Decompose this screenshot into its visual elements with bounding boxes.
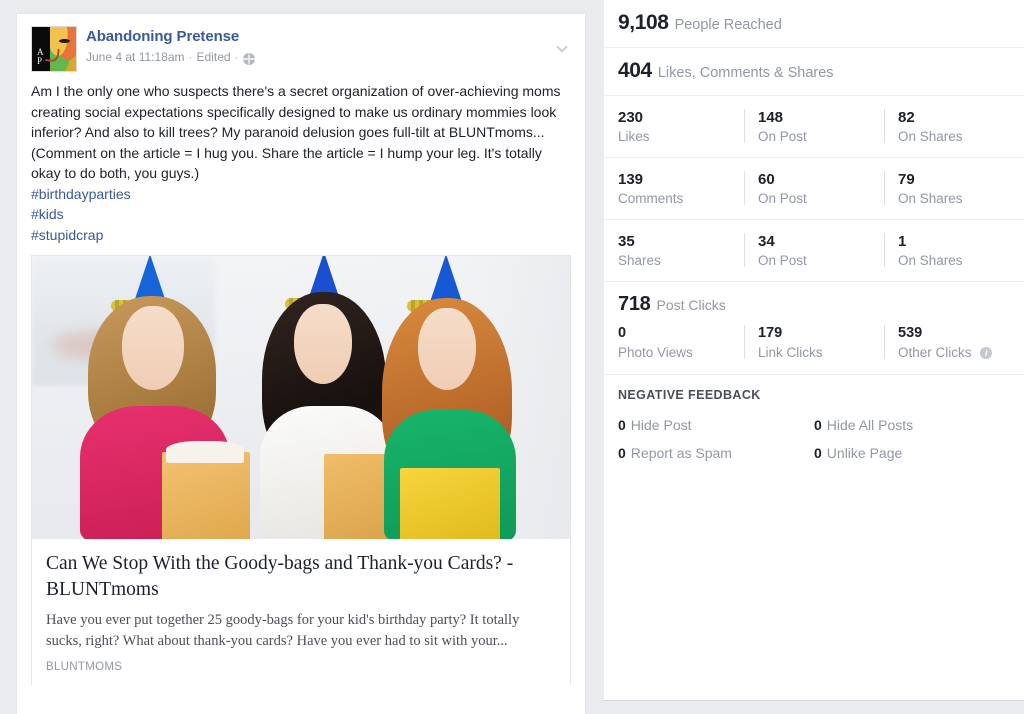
- negative-feedback-section: NEGATIVE FEEDBACK 0 Hide Post 0 Hide All P…: [604, 375, 1024, 467]
- shares-on-post-value: 34: [758, 233, 775, 250]
- shares-total-value: 35: [618, 233, 635, 250]
- other-clicks-label-wrap: Other Clicks i: [898, 343, 1024, 362]
- photo-views-cell: 0 Photo Views: [604, 324, 744, 362]
- shares-total-cell: 35 Shares: [604, 232, 744, 270]
- unlike-page-value: 0: [814, 445, 822, 461]
- link-clicks-label: Link Clicks: [758, 345, 823, 360]
- negative-hide-post: 0 Hide Post: [618, 411, 814, 439]
- post-clicks-breakdown: 0 Photo Views 179 Link Clicks 539 Other …: [604, 324, 1024, 375]
- other-clicks-label: Other Clicks: [898, 345, 972, 360]
- link-preview-text: Can We Stop With the Goody-bags and Than…: [32, 539, 570, 685]
- link-clicks-value: 179: [758, 325, 783, 341]
- post-clicks-value: 718: [618, 293, 651, 315]
- post-menu-button[interactable]: [553, 40, 575, 56]
- engagement-label: Likes, Comments & Shares: [657, 65, 834, 81]
- likes-on-post-value: 148: [758, 109, 784, 126]
- engagement-summary: 404 Likes, Comments & Shares: [604, 48, 1024, 96]
- comments-on-post-label: On Post: [758, 191, 807, 206]
- hide-all-posts-label: Hide All Posts: [826, 417, 914, 433]
- page-name-link[interactable]: Abandoning Pretense: [86, 27, 255, 46]
- photo-views-label: Photo Views: [618, 345, 693, 360]
- negative-feedback-grid: 0 Hide Post 0 Hide All Posts 0 Report as Sp…: [618, 411, 1010, 467]
- likes-total-label: Likes: [618, 129, 650, 144]
- hide-post-label: Hide Post: [630, 417, 692, 433]
- negative-unlike-page: 0 Unlike Page: [814, 439, 1010, 467]
- reach-label: People Reached: [674, 17, 782, 33]
- avatar-monogram: AP: [37, 47, 44, 66]
- likes-on-post-label: On Post: [758, 129, 807, 144]
- link-preview-title[interactable]: Can We Stop With the Goody-bags and Than…: [46, 551, 556, 603]
- link-preview-domain: BLUNTMOMS: [46, 661, 123, 673]
- post-header-text: Abandoning Pretense June 4 at 11:18am · …: [77, 26, 255, 72]
- comments-row: 139 Comments 60 On Post 79 On Shares: [604, 158, 1024, 220]
- photo-views-value: 0: [618, 325, 627, 341]
- photo-woman-left: [70, 256, 260, 539]
- link-attachment[interactable]: Can We Stop With the Goody-bags and Than…: [31, 255, 571, 685]
- hashtag-kids[interactable]: #kids: [31, 204, 571, 225]
- avatar-eye-art: [59, 39, 70, 43]
- info-icon[interactable]: i: [980, 347, 993, 359]
- other-clicks-value: 539: [898, 325, 923, 341]
- shares-on-shares-cell: 1 On Shares: [884, 232, 1024, 270]
- shares-total-label: Shares: [618, 253, 661, 268]
- chevron-down-icon: [556, 41, 568, 53]
- hashtag-birthdayparties[interactable]: #birthdayparties: [31, 184, 571, 205]
- post-hashtags: #birthdayparties #kids #stupidcrap: [17, 184, 585, 256]
- meta-separator-2: ·: [234, 50, 239, 64]
- insights-panel: 9,108 People Reached 404 Likes, Comments &…: [604, 0, 1024, 701]
- post-clicks-label: Post Clicks: [656, 297, 726, 313]
- photo-woman-right: [362, 256, 542, 539]
- post-timestamp[interactable]: June 4 at 11:18am: [86, 50, 185, 65]
- post-header: AP Abandoning Pretense June 4 at 11:18am…: [17, 14, 585, 72]
- likes-total-value: 230: [618, 109, 644, 126]
- likes-on-shares-cell: 82 On Shares: [884, 108, 1024, 146]
- other-clicks-cell: 539 Other Clicks i: [884, 324, 1024, 362]
- shares-on-post-label: On Post: [758, 253, 807, 268]
- post-message: Am I the only one who suspects there's a…: [31, 83, 565, 181]
- post-meta: June 4 at 11:18am · Edited ·: [86, 50, 255, 65]
- likes-row: 230 Likes 148 On Post 82 On Shares: [604, 96, 1024, 158]
- unlike-page-label: Unlike Page: [826, 445, 903, 461]
- reach-summary: 9,108 People Reached: [604, 0, 1024, 48]
- shares-on-shares-value: 1: [898, 233, 907, 250]
- likes-on-shares-label: On Shares: [898, 129, 963, 144]
- hide-all-posts-value: 0: [814, 417, 822, 433]
- comments-on-shares-label: On Shares: [898, 191, 963, 206]
- shares-row: 35 Shares 34 On Post 1 On Shares: [604, 220, 1024, 282]
- post-edited-label[interactable]: Edited: [197, 50, 231, 65]
- link-preview-image[interactable]: [32, 256, 570, 539]
- comments-total-cell: 139 Comments: [604, 170, 744, 208]
- post-clicks-summary: 718 Post Clicks: [604, 282, 1024, 324]
- report-as-spam-value: 0: [618, 445, 626, 461]
- link-preview-description: Have you ever put together 25 goody-bags…: [46, 612, 520, 649]
- comments-on-post-cell: 60 On Post: [744, 170, 884, 208]
- comments-on-shares-value: 79: [898, 171, 915, 188]
- reach-value: 9,108: [618, 11, 669, 34]
- link-clicks-cell: 179 Link Clicks: [744, 324, 884, 362]
- avatar[interactable]: AP: [31, 26, 77, 72]
- globe-icon[interactable]: [242, 52, 255, 65]
- meta-separator-1: ·: [188, 50, 193, 64]
- engagement-value: 404: [618, 59, 652, 82]
- comments-on-post-value: 60: [758, 171, 775, 188]
- shares-on-post-cell: 34 On Post: [744, 232, 884, 270]
- hide-post-value: 0: [618, 417, 626, 433]
- comments-total-value: 139: [618, 171, 644, 188]
- comments-total-label: Comments: [618, 191, 684, 206]
- report-as-spam-label: Report as Spam: [630, 445, 732, 461]
- comments-on-shares-cell: 79 On Shares: [884, 170, 1024, 208]
- negative-feedback-title: NEGATIVE FEEDBACK: [618, 388, 761, 402]
- post-card: AP Abandoning Pretense June 4 at 11:18am…: [16, 13, 586, 714]
- post-insights-screen: AP Abandoning Pretense June 4 at 11:18am…: [0, 0, 1024, 714]
- negative-report-as-spam: 0 Report as Spam: [618, 439, 814, 467]
- likes-on-post-cell: 148 On Post: [744, 108, 884, 146]
- negative-hide-all-posts: 0 Hide All Posts: [814, 411, 1010, 439]
- likes-on-shares-value: 82: [898, 109, 915, 126]
- likes-total-cell: 230 Likes: [604, 108, 744, 146]
- shares-on-shares-label: On Shares: [898, 253, 963, 268]
- hashtag-stupidcrap[interactable]: #stupidcrap: [31, 225, 571, 246]
